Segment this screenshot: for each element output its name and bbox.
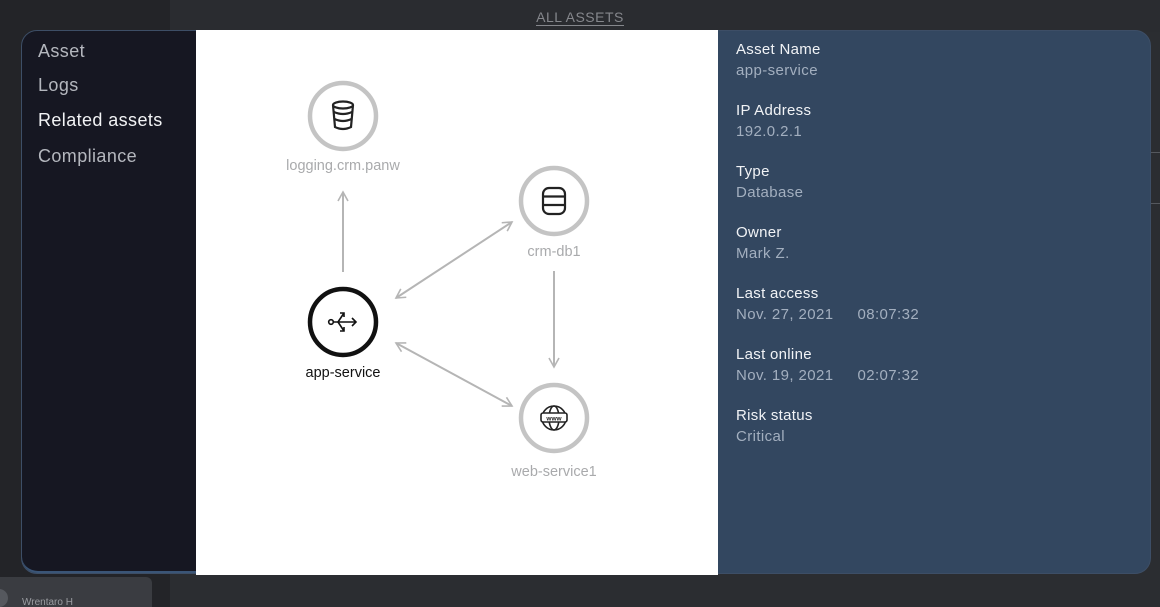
detail-last-access: Last access Nov. 27, 2021 08:07:32 (736, 285, 1116, 324)
detail-value: 192.0.2.1 (736, 123, 803, 140)
node-web-service1[interactable]: www (518, 382, 590, 454)
page-title: ALL ASSETS (536, 9, 624, 26)
node-label-logging: logging.crm.panw (286, 158, 400, 174)
edge-app-crmdb (394, 221, 514, 299)
detail-value: Mark Z. (736, 245, 790, 262)
node-crm-db1[interactable] (518, 165, 590, 237)
detail-time: 02:07:32 (857, 367, 920, 384)
detail-value: Nov. 27, 2021 08:07:32 (736, 306, 1116, 324)
detail-asset-name: Asset Name app-service (736, 41, 1116, 80)
detail-last-online: Last online Nov. 19, 2021 02:07:32 (736, 346, 1116, 385)
detail-value: Database (736, 184, 804, 201)
detail-type: Type Database (736, 163, 1116, 202)
modal-nav: Asset Logs Related assets Compliance (22, 31, 198, 573)
detail-ip-address: IP Address 192.0.2.1 (736, 102, 1116, 141)
nav-item-asset[interactable]: Asset (38, 41, 85, 62)
nav-item-compliance[interactable]: Compliance (38, 146, 137, 167)
node-label-crm-db1: crm-db1 (527, 244, 581, 260)
detail-date: Nov. 19, 2021 (736, 367, 834, 384)
detail-value: Nov. 19, 2021 02:07:32 (736, 367, 1116, 385)
detail-value: app-service (736, 62, 818, 79)
related-assets-graph: www logging.crm.panw crm-db1 app-service… (196, 30, 718, 575)
edge-app-web (394, 342, 514, 407)
node-label-app-service: app-service (305, 365, 381, 381)
detail-time: 08:07:32 (857, 306, 920, 323)
node-logging[interactable] (307, 80, 379, 152)
detail-owner: Owner Mark Z. (736, 224, 1116, 263)
user-name: Wrentaro H (22, 597, 73, 607)
nav-item-logs[interactable]: Logs (38, 75, 79, 96)
detail-label: Owner (736, 224, 782, 241)
detail-label: Risk status (736, 407, 813, 424)
node-app-service[interactable] (307, 286, 379, 358)
graph-canvas: www (307, 80, 590, 454)
svg-text:www: www (545, 416, 562, 423)
detail-label: Asset Name (736, 41, 821, 58)
detail-date: Nov. 27, 2021 (736, 306, 834, 323)
node-label-web-service1: web-service1 (511, 464, 597, 480)
detail-label: Type (736, 163, 770, 180)
detail-value: Critical (736, 428, 786, 445)
detail-label: Last online (736, 346, 812, 363)
detail-risk-status: Risk status Critical (736, 407, 1116, 446)
detail-label: Last access (736, 285, 819, 302)
nav-item-related-assets[interactable]: Related assets (38, 110, 163, 131)
background-divider (1150, 152, 1160, 204)
detail-label: IP Address (736, 102, 812, 119)
